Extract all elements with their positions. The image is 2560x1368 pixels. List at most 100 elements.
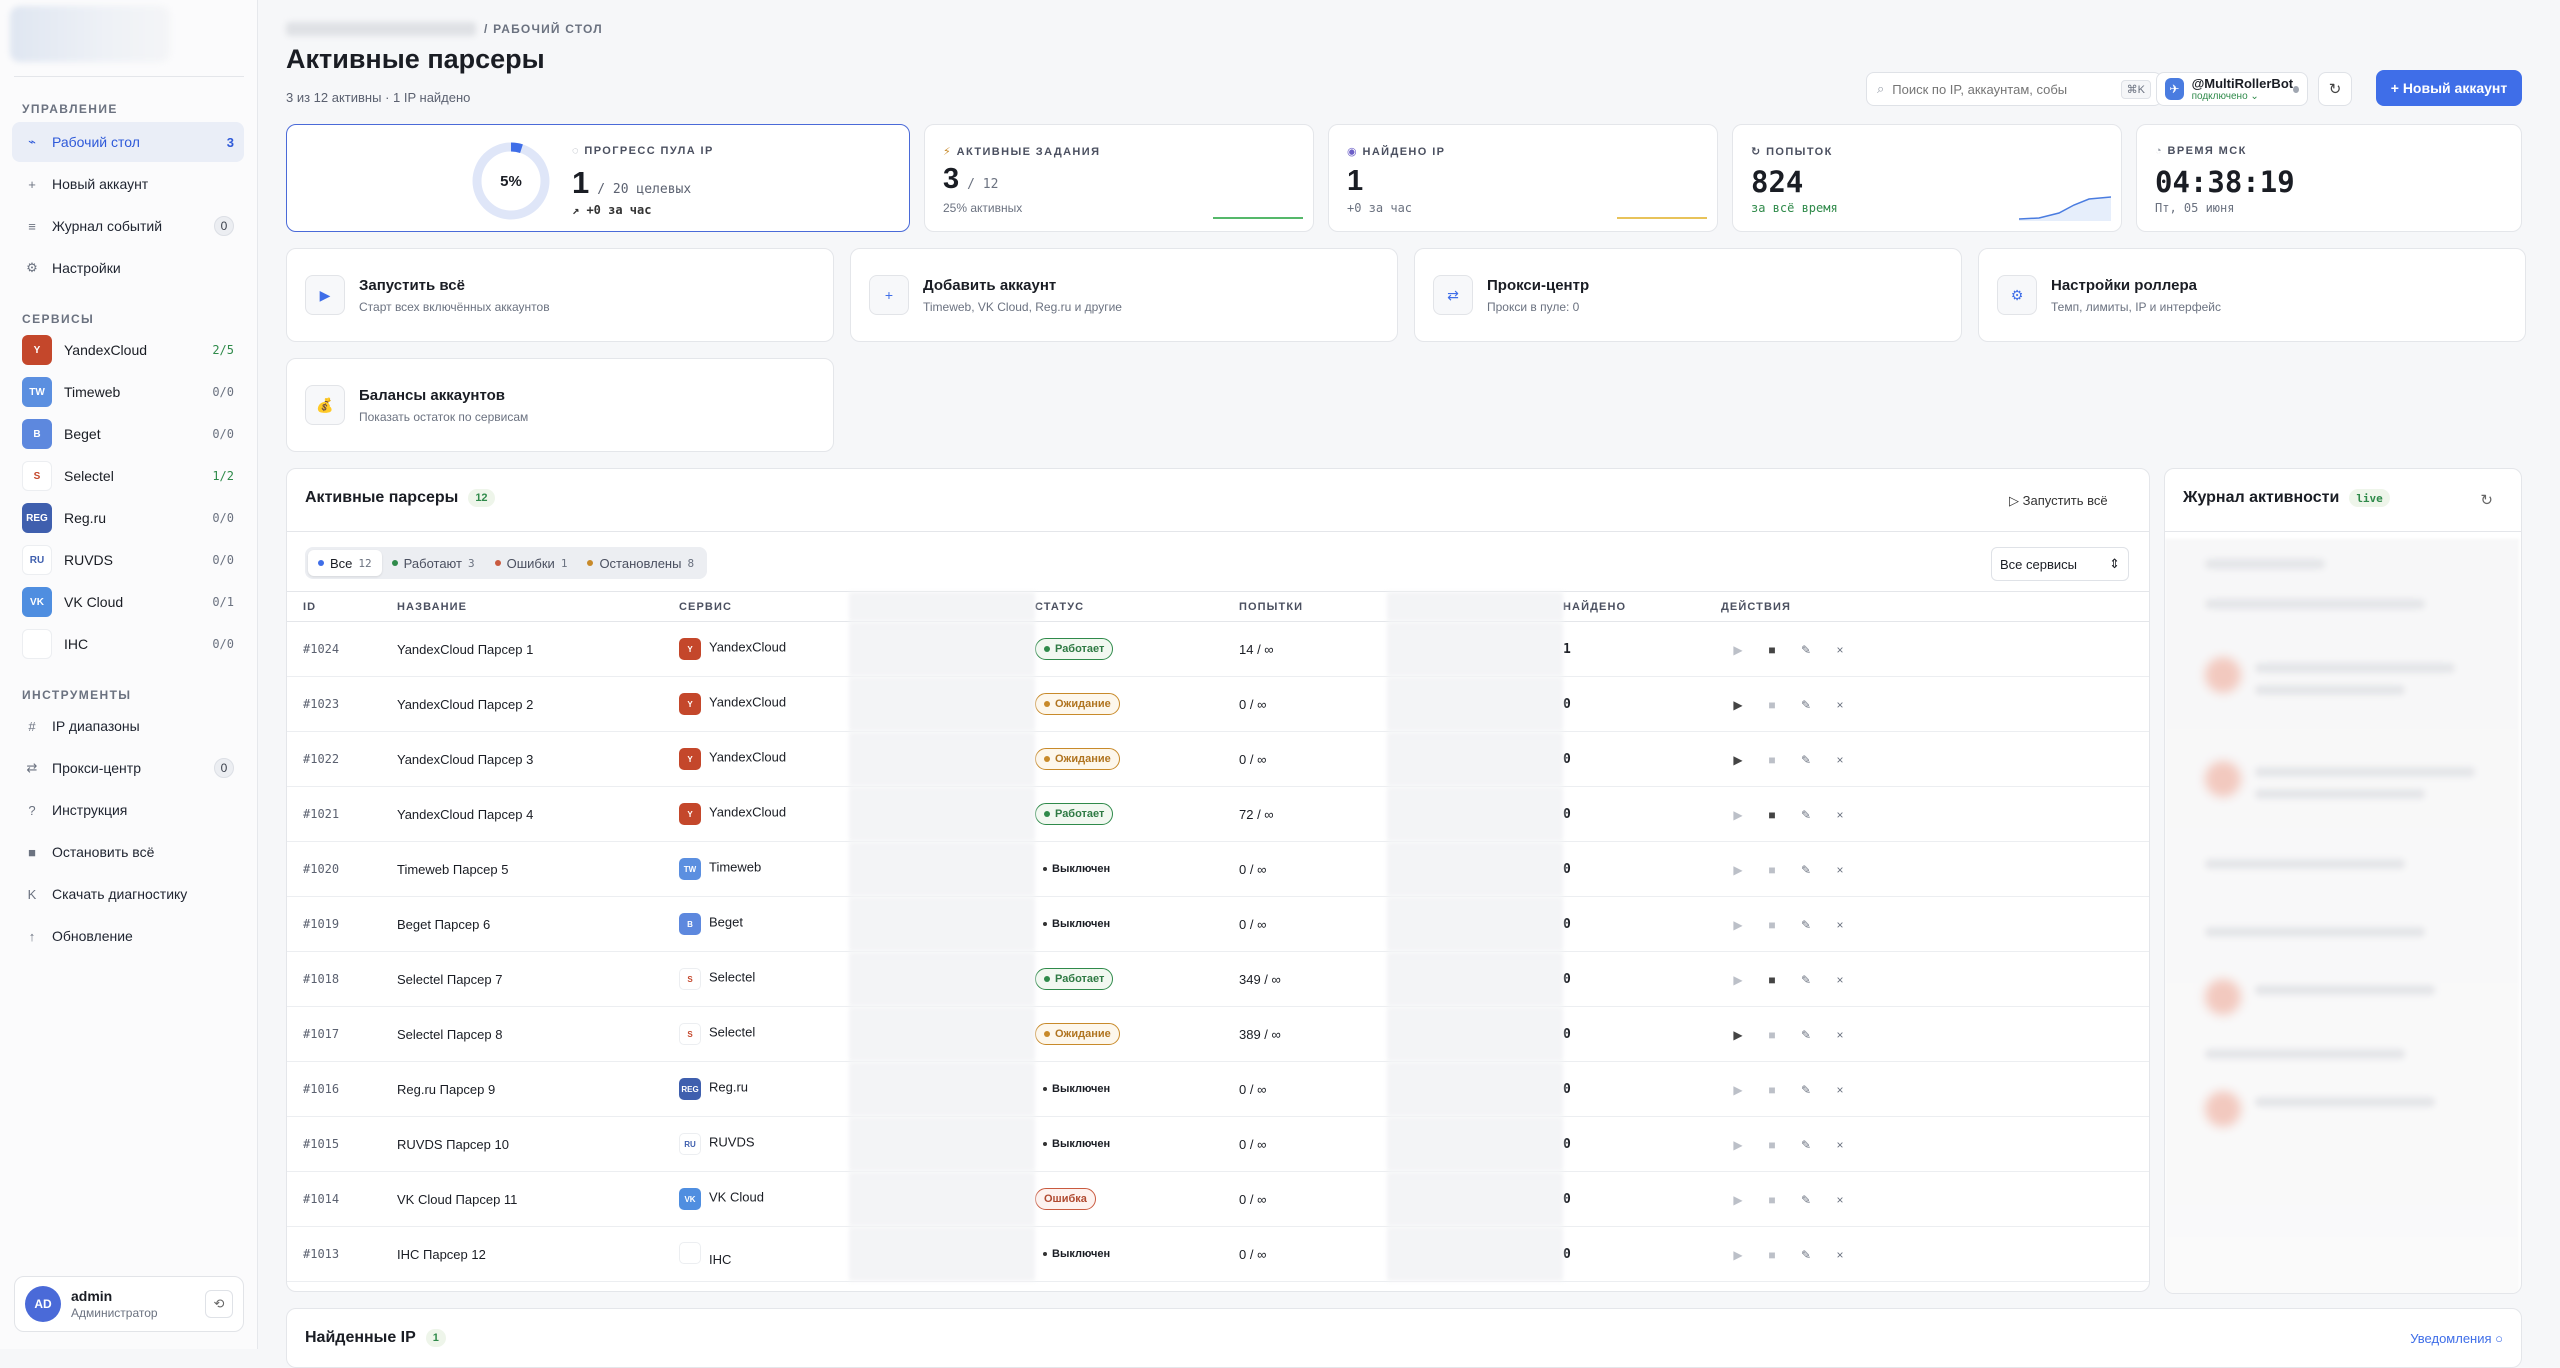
filter-tab[interactable]: Остановлены 8 (577, 550, 704, 576)
play-icon[interactable]: ▶ (1721, 973, 1755, 987)
stop-icon[interactable]: ■ (1755, 1083, 1789, 1097)
delete-icon[interactable]: × (1823, 1083, 1857, 1097)
sidebar-item-settings[interactable]: ⚙ Настройки (12, 248, 244, 288)
table-row[interactable]: #1013 IHC Парсер 12 IHC Выключен 0 / ∞ 0 ▶ ■ ✎ × (287, 1226, 2149, 1282)
delete-icon[interactable]: × (1823, 808, 1857, 822)
tile-run-all[interactable]: ▶ Запустить всё Старт всех включённых акка… (286, 248, 834, 342)
new-account-button[interactable]: + Новый аккаунт (2376, 70, 2522, 106)
sidebar-service-beget[interactable]: B Beget 0/0 (12, 414, 244, 454)
search-input[interactable] (1892, 81, 2121, 97)
stop-icon[interactable]: ■ (1755, 1193, 1789, 1207)
service-select[interactable]: Все сервисы ⇕ (1991, 547, 2129, 581)
filter-tab[interactable]: Все 12 (308, 550, 382, 576)
download-icon: K (27, 886, 37, 902)
table-row[interactable]: #1019 Beget Парсер 6 B Beget Выключен 0 / ∞ 0 ▶… (287, 896, 2149, 952)
delete-icon[interactable]: × (1823, 643, 1857, 657)
sidebar-service-selectel[interactable]: S Selectel 1/2 (12, 456, 244, 496)
tile-add-account[interactable]: + Добавить аккаунт Timeweb, VK Cloud, Reg.… (850, 248, 1398, 342)
delete-icon[interactable]: × (1823, 918, 1857, 932)
sidebar-service-yandexcloud[interactable]: Y YandexCloud 2/5 (12, 330, 244, 370)
table-row[interactable]: #1015 RUVDS Парсер 10 RU RUVDS Выключен 0 / ∞… (287, 1116, 2149, 1172)
filter-tab[interactable]: Работают 3 (382, 550, 485, 576)
delete-icon[interactable]: × (1823, 1248, 1857, 1262)
sidebar-item-event-log[interactable]: ≡ Журнал событий 0 (12, 206, 244, 246)
edit-icon[interactable]: ✎ (1789, 973, 1823, 987)
telegram-bot-status[interactable]: ✈ @MultiRollerBot подключено ⌄ (2156, 72, 2308, 106)
table-row[interactable]: #1024 YandexCloud Парсер 1 Y YandexCloud Раб… (287, 621, 2149, 677)
sidebar-service-timeweb[interactable]: TW Timeweb 0/0 (12, 372, 244, 412)
search-box[interactable]: ⌕ ⌘K (1866, 72, 2162, 106)
stop-icon[interactable]: ■ (1755, 808, 1789, 822)
stop-icon[interactable]: ■ (1755, 973, 1789, 987)
table-row[interactable]: #1018 Selectel Парсер 7 S Selectel Работает 3… (287, 951, 2149, 1007)
edit-icon[interactable]: ✎ (1789, 1248, 1823, 1262)
stop-icon[interactable]: ■ (1755, 863, 1789, 877)
edit-icon[interactable]: ✎ (1789, 1028, 1823, 1042)
sidebar-service-ihc[interactable]: IHC 0/0 (12, 624, 244, 664)
brand-logo[interactable] (10, 6, 170, 62)
edit-icon[interactable]: ✎ (1789, 918, 1823, 932)
edit-icon[interactable]: ✎ (1789, 1193, 1823, 1207)
sidebar-service-ruvds[interactable]: RU RUVDS 0/0 (12, 540, 244, 580)
tile-proxy-center[interactable]: ⇄ Прокси-центр Прокси в пуле: 0 (1414, 248, 1962, 342)
run-all-link[interactable]: ▷ Запустить всё (2009, 493, 2108, 509)
edit-icon[interactable]: ✎ (1789, 698, 1823, 712)
tile-roller-settings[interactable]: ⚙ Настройки роллера Темп, лимиты, IP и инт… (1978, 248, 2526, 342)
table-row[interactable]: #1021 YandexCloud Парсер 4 Y YandexCloud Раб… (287, 786, 2149, 842)
edit-icon[interactable]: ✎ (1789, 863, 1823, 877)
logout-icon[interactable]: ⟲ (205, 1290, 233, 1318)
play-icon[interactable]: ▶ (1721, 1193, 1755, 1207)
play-icon[interactable]: ▶ (1721, 808, 1755, 822)
sidebar-item-instructions[interactable]: ? Инструкция (12, 790, 244, 830)
play-icon[interactable]: ▶ (1721, 863, 1755, 877)
edit-icon[interactable]: ✎ (1789, 1083, 1823, 1097)
delete-icon[interactable]: × (1823, 973, 1857, 987)
refresh-button[interactable]: ↻ (2318, 72, 2352, 106)
table-row[interactable]: #1023 YandexCloud Парсер 2 Y YandexCloud Ожи… (287, 676, 2149, 732)
play-icon[interactable]: ▶ (1721, 1028, 1755, 1042)
play-icon[interactable]: ▶ (1721, 1138, 1755, 1152)
sidebar-service-vkcloud[interactable]: VK VK Cloud 0/1 (12, 582, 244, 622)
table-row[interactable]: #1020 Timeweb Парсер 5 TW Timeweb Выключен 0 … (287, 841, 2149, 897)
stop-icon[interactable]: ■ (1755, 1028, 1789, 1042)
edit-icon[interactable]: ✎ (1789, 753, 1823, 767)
play-icon[interactable]: ▶ (1721, 698, 1755, 712)
edit-icon[interactable]: ✎ (1789, 643, 1823, 657)
play-icon[interactable]: ▶ (1721, 1083, 1755, 1097)
sidebar-item-ip-ranges[interactable]: # IP диапазоны (12, 706, 244, 746)
filter-tab[interactable]: Ошибки 1 (485, 550, 578, 576)
sidebar-item-new-account[interactable]: + Новый аккаунт (12, 164, 244, 204)
delete-icon[interactable]: × (1823, 863, 1857, 877)
stop-icon[interactable]: ■ (1755, 698, 1789, 712)
sidebar-item-proxy-center[interactable]: ⇄ Прокси-центр 0 (12, 748, 244, 788)
sidebar-item-download-diagnostics[interactable]: K Скачать диагностику (12, 874, 244, 914)
play-icon[interactable]: ▶ (1721, 918, 1755, 932)
sidebar-item-stop-all[interactable]: ■ Остановить всё (12, 832, 244, 872)
table-row[interactable]: #1022 YandexCloud Парсер 3 Y YandexCloud Ожи… (287, 731, 2149, 787)
sidebar-item-update[interactable]: ↑ Обновление (12, 916, 244, 956)
edit-icon[interactable]: ✎ (1789, 1138, 1823, 1152)
delete-icon[interactable]: × (1823, 1193, 1857, 1207)
delete-icon[interactable]: × (1823, 698, 1857, 712)
tile-account-balances[interactable]: 💰 Балансы аккаунтов Показать остаток по се… (286, 358, 834, 452)
sidebar-service-regru[interactable]: REG Reg.ru 0/0 (12, 498, 244, 538)
stop-icon[interactable]: ■ (1755, 1248, 1789, 1262)
stop-icon[interactable]: ■ (1755, 918, 1789, 932)
stop-icon[interactable]: ■ (1755, 643, 1789, 657)
stop-icon[interactable]: ■ (1755, 1138, 1789, 1152)
user-card[interactable]: AD admin Администратор ⟲ (14, 1276, 244, 1332)
play-icon[interactable]: ▶ (1721, 1248, 1755, 1262)
notifications-link[interactable]: Уведомления ○ (2410, 1331, 2503, 1346)
stop-icon[interactable]: ■ (1755, 753, 1789, 767)
table-row[interactable]: #1017 Selectel Парсер 8 S Selectel Ожидание 3… (287, 1006, 2149, 1062)
refresh-icon[interactable]: ↻ (2480, 491, 2493, 509)
delete-icon[interactable]: × (1823, 753, 1857, 767)
delete-icon[interactable]: × (1823, 1138, 1857, 1152)
delete-icon[interactable]: × (1823, 1028, 1857, 1042)
edit-icon[interactable]: ✎ (1789, 808, 1823, 822)
play-icon[interactable]: ▶ (1721, 643, 1755, 657)
table-row[interactable]: #1016 Reg.ru Парсер 9 REG Reg.ru Выключен 0 /… (287, 1061, 2149, 1117)
play-icon[interactable]: ▶ (1721, 753, 1755, 767)
table-row[interactable]: #1014 VK Cloud Парсер 11 VK VK Cloud Ошибка 0… (287, 1171, 2149, 1227)
sidebar-item-dashboard[interactable]: ⌁ Рабочий стол 3 (12, 122, 244, 162)
